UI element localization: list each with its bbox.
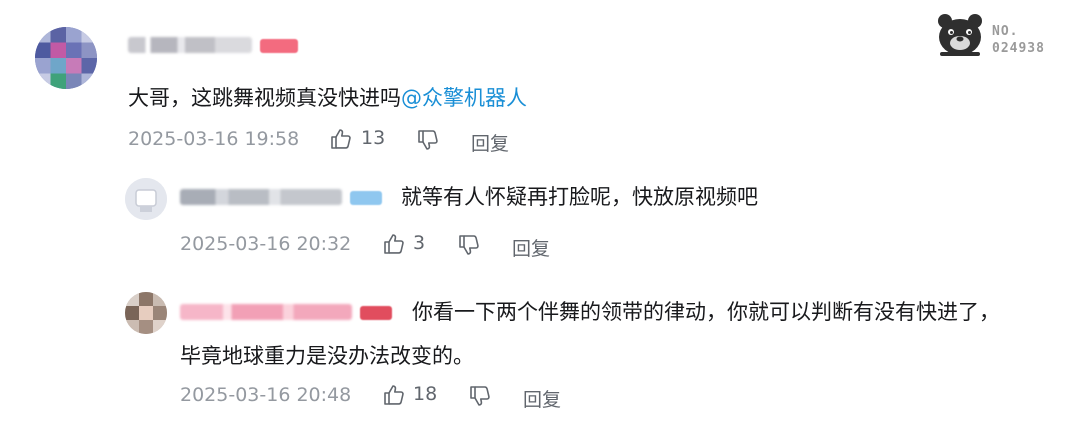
like-icon[interactable] (382, 232, 406, 256)
dislike-icon[interactable] (457, 233, 481, 257)
watermark-logo (934, 12, 986, 58)
comment-time: 2025-03-16 19:58 (128, 128, 300, 150)
reply-avatar[interactable] (125, 178, 167, 220)
reply-text-line2: 毕竟地球重力是没办法改变的。 (180, 344, 474, 368)
reply-button[interactable]: 回复 (512, 234, 550, 261)
reply-button[interactable]: 回复 (471, 129, 509, 156)
bear-icon (938, 14, 982, 56)
like-count: 18 (413, 383, 438, 405)
like-count: 3 (413, 232, 426, 254)
reply-text-line1: 你看一下两个伴舞的领带的律动，你就可以判断有没有快进了， (412, 300, 1000, 324)
level-badge (360, 306, 392, 320)
reply-username[interactable] (180, 304, 352, 320)
comment-text: 大哥，这跳舞视频真没快进吗@众擎机器人 (128, 86, 527, 110)
username[interactable] (128, 37, 252, 53)
watermark-label: NO. (992, 24, 1019, 39)
like-icon[interactable] (382, 383, 406, 407)
reply-time: 2025-03-16 20:32 (180, 233, 352, 255)
like-icon[interactable] (329, 127, 353, 151)
reply-username[interactable] (180, 189, 342, 205)
mention-link[interactable]: @众擎机器人 (401, 86, 527, 110)
reply-text: 就等有人怀疑再打脸呢，快放原视频吧 (401, 185, 758, 209)
level-badge (260, 39, 298, 53)
dislike-icon[interactable] (416, 128, 440, 152)
watermark-number: 024938 (992, 41, 1045, 56)
like-count: 13 (361, 127, 386, 149)
reply-time: 2025-03-16 20:48 (180, 384, 352, 406)
reply-button[interactable]: 回复 (523, 385, 561, 412)
reply-avatar[interactable] (125, 292, 167, 334)
dislike-icon[interactable] (468, 384, 492, 408)
level-badge (350, 191, 382, 205)
avatar[interactable] (35, 27, 97, 89)
